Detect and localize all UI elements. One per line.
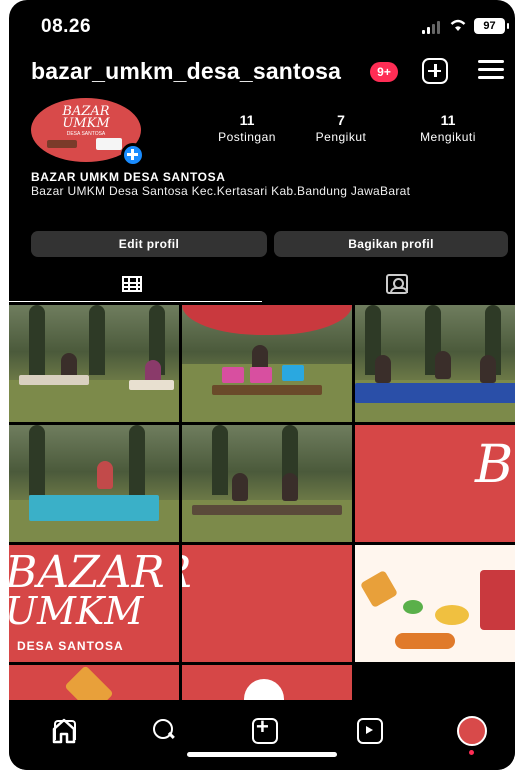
stat-followers[interactable]: 7 Pengikut <box>301 112 381 144</box>
profile-display-name: BAZAR UMKM DESA SANTOSA <box>31 170 226 184</box>
notification-badge[interactable]: 9+ <box>370 62 398 82</box>
stat-posts[interactable]: 11 Postingan <box>207 112 287 144</box>
tagged-icon <box>386 274 408 294</box>
stat-followers-label: Pengikut <box>315 130 367 144</box>
home-icon[interactable] <box>47 716 81 746</box>
post-thumbnail[interactable] <box>182 665 352 700</box>
post-banner-text: BAZAR <box>182 547 192 598</box>
reels-icon[interactable] <box>352 716 386 746</box>
stat-following-count: 11 <box>440 112 456 128</box>
post-thumbnail[interactable] <box>9 305 179 422</box>
phone-screen: 08.26 97 bazar_umkm_desa_santosa 9+ BAZA… <box>9 0 515 770</box>
home-indicator[interactable] <box>187 752 337 757</box>
avatar-decoration <box>96 138 122 150</box>
add-story-icon[interactable] <box>121 143 145 167</box>
stat-following-label: Mengikuti <box>420 130 476 144</box>
stat-posts-count: 11 <box>239 112 255 128</box>
post-thumbnail[interactable] <box>9 425 179 542</box>
tab-tagged[interactable] <box>262 270 515 302</box>
share-profile-button[interactable]: Bagikan profil <box>274 231 508 257</box>
post-thumbnail[interactable] <box>355 545 515 662</box>
stat-following[interactable]: 11 Mengikuti <box>403 112 493 144</box>
battery-icon: 97 <box>474 18 509 34</box>
post-thumbnail[interactable]: BAZAR UMKM DESA SANTOSA <box>9 545 179 662</box>
bottom-navigation <box>9 704 515 770</box>
post-thumbnail[interactable]: BAZAR <box>182 545 352 662</box>
avatar-decoration <box>47 140 77 148</box>
tab-posts-grid[interactable] <box>9 270 262 302</box>
create-icon[interactable] <box>247 714 281 746</box>
profile-bio: Bazar UMKM Desa Santosa Kec.Kertasari Ka… <box>31 184 411 198</box>
edit-profile-button[interactable]: Edit profil <box>31 231 267 257</box>
stat-followers-count: 7 <box>337 112 345 128</box>
status-bar: 08.26 97 <box>9 0 515 46</box>
username-title[interactable]: bazar_umkm_desa_santosa <box>31 58 341 85</box>
search-icon[interactable] <box>147 716 181 746</box>
post-thumbnail[interactable]: B <box>355 425 515 542</box>
profile-avatar-icon[interactable] <box>457 716 487 746</box>
post-banner-subtext: DESA SANTOSA <box>17 639 124 653</box>
status-time: 08.26 <box>41 16 92 37</box>
post-thumbnail[interactable] <box>9 665 179 700</box>
post-thumbnail[interactable] <box>182 305 352 422</box>
post-thumbnail[interactable] <box>355 305 515 422</box>
stat-posts-label: Postingan <box>218 130 276 144</box>
signal-icon <box>422 20 444 34</box>
create-post-icon[interactable] <box>422 58 448 84</box>
post-banner-text: B <box>475 435 514 495</box>
posts-grid: B BAZAR UMKM DESA SANTOSA BAZAR <box>9 305 515 700</box>
notification-dot <box>469 750 474 755</box>
post-thumbnail[interactable] <box>182 425 352 542</box>
post-banner-text: UMKM <box>9 589 144 633</box>
grid-icon <box>122 276 142 292</box>
avatar-logo-subtext: DESA SANTOSA <box>66 131 106 137</box>
avatar-logo-text: BAZAR UMKM <box>62 104 110 131</box>
profile-header: bazar_umkm_desa_santosa 9+ <box>9 50 515 94</box>
wifi-icon <box>450 19 466 31</box>
hamburger-menu-icon[interactable] <box>478 60 504 80</box>
